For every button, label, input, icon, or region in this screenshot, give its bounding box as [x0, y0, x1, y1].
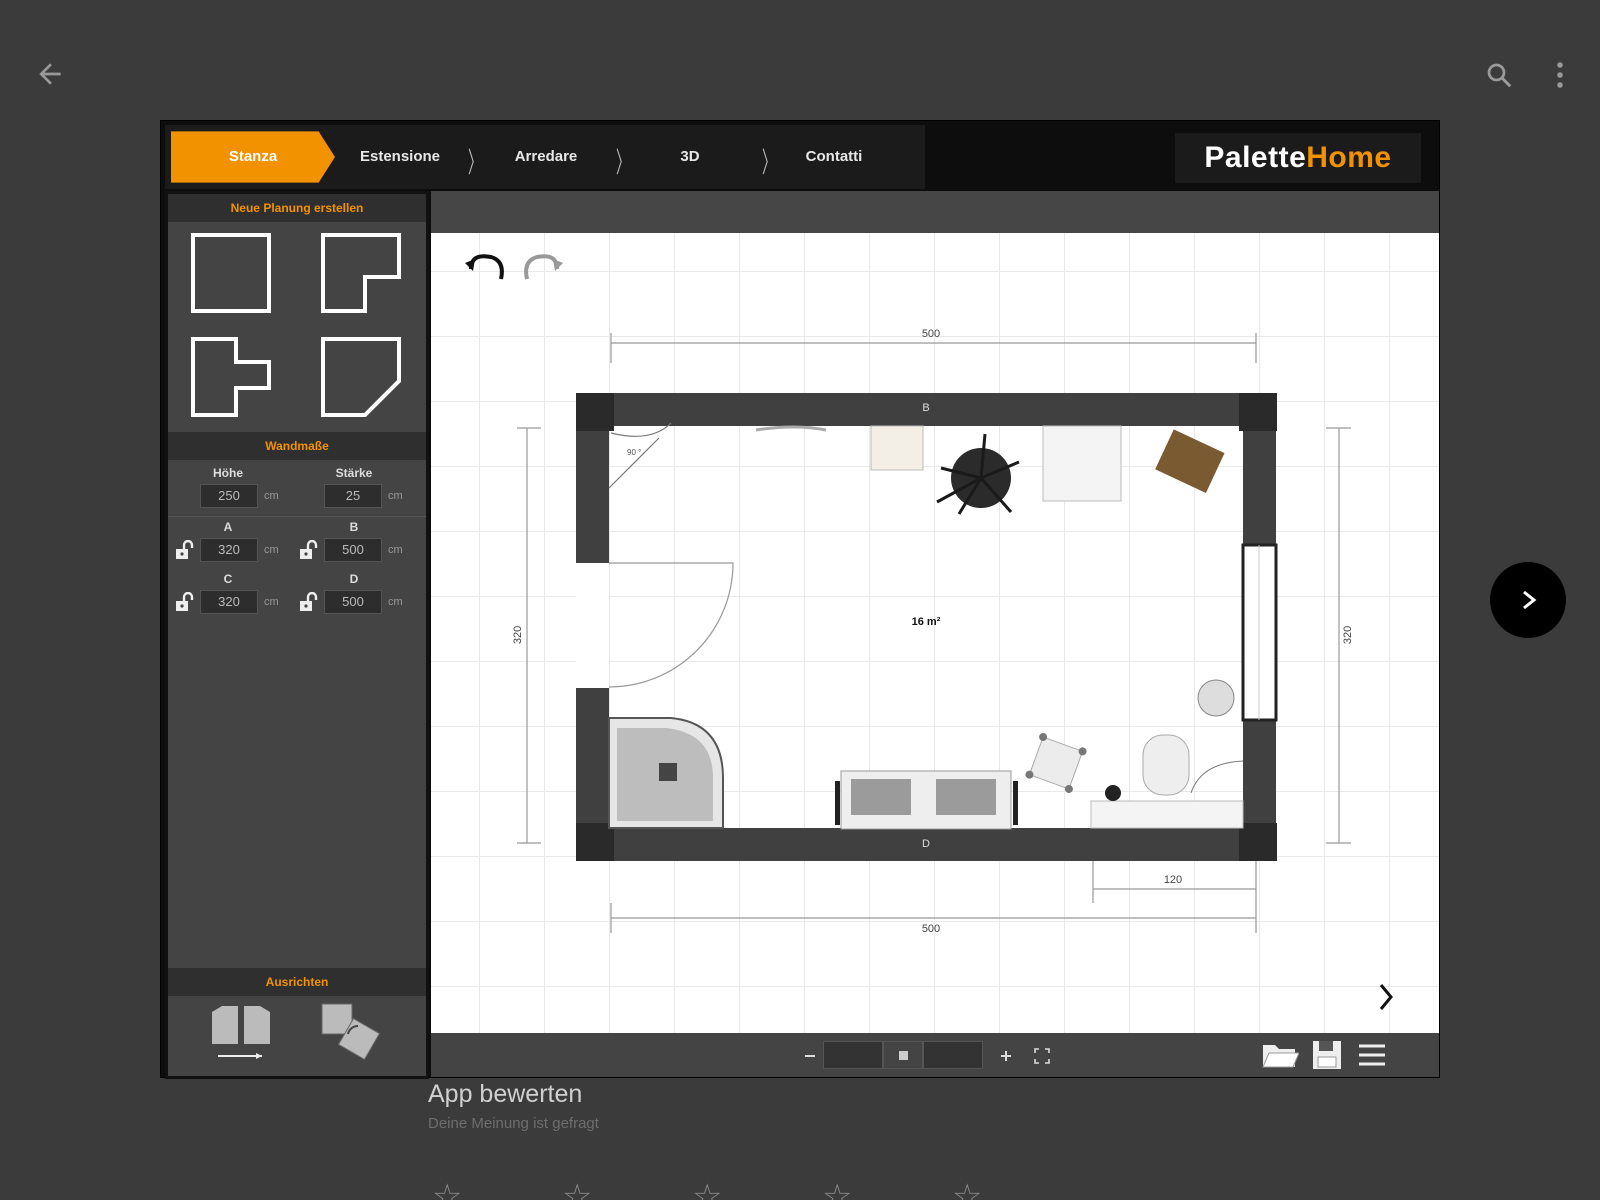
step-3d[interactable]: 3D [635, 125, 745, 189]
zoom-slider-handle[interactable] [883, 1041, 923, 1069]
room-shape-square-icon[interactable] [190, 232, 272, 314]
canvas-toolbar-top [431, 191, 1439, 233]
unlock-icon[interactable] [174, 592, 194, 612]
sidebar: Neue Planung erstellen Wandmaße Höhe Stä… [165, 191, 429, 1079]
next-screenshot-button[interactable] [1490, 562, 1566, 638]
room-shape-t-icon[interactable] [190, 336, 272, 418]
unit-label: cm [264, 596, 279, 608]
round-mirror[interactable] [1197, 679, 1235, 717]
toilet[interactable] [1090, 734, 1244, 829]
chevron-right-icon[interactable] [1379, 984, 1393, 1010]
unlock-icon[interactable] [174, 540, 194, 560]
chevron-right-icon: 〉 [468, 147, 483, 178]
cabinet[interactable] [870, 425, 924, 471]
wall-b-label: B [349, 520, 359, 534]
door-swing[interactable] [608, 562, 734, 688]
fit-screen-icon[interactable] [1033, 1047, 1051, 1065]
dim-small-label: 120 [1164, 874, 1182, 886]
wall-d-label: D [349, 572, 359, 586]
zoom-track-left[interactable] [823, 1041, 883, 1069]
wall-shelf[interactable] [1155, 429, 1225, 493]
canvas-toolbar-bottom [431, 1033, 1439, 1077]
rate-app-subtitle: Deine Meinung ist gefragt [428, 1115, 599, 1132]
unlock-icon[interactable] [298, 592, 318, 612]
unit-label: cm [388, 596, 403, 608]
door-angle-label: 90 ° [627, 448, 641, 457]
floor-plan-canvas[interactable]: 500 500 320 320 120 B D 90 ° 16 m² [431, 233, 1439, 1033]
stool[interactable] [1024, 732, 1087, 794]
star-icon[interactable]: ☆ [432, 1180, 462, 1200]
plant[interactable] [936, 433, 1020, 515]
chevron-right-icon [1523, 590, 1537, 610]
app-screenshot: Stanza Estensione 〉 Arredare 〉 3D 〉 Cont… [160, 120, 1440, 1079]
height-field[interactable]: 250 [200, 484, 258, 508]
dim-right-label: 320 [1342, 626, 1354, 644]
zoom-in-icon[interactable] [997, 1047, 1015, 1065]
redo-icon[interactable] [524, 254, 563, 280]
wall-c-label: C [223, 572, 233, 586]
dim-bottom-label: 500 [922, 923, 940, 935]
unit-label: cm [388, 490, 403, 502]
height-label: Höhe [213, 466, 243, 480]
unit-label: cm [388, 544, 403, 556]
step-stanza[interactable]: Stanza [171, 131, 335, 183]
star-icon[interactable]: ☆ [562, 1180, 592, 1200]
wall-bottom-label: D [922, 838, 930, 850]
align-walls-icon[interactable] [208, 1002, 274, 1062]
save-icon[interactable] [1311, 1039, 1343, 1071]
logo: PaletteHome Pro [1175, 133, 1421, 224]
divider [168, 516, 426, 517]
star-icon[interactable]: ☆ [692, 1180, 722, 1200]
step-bar: Stanza Estensione 〉 Arredare 〉 3D 〉 Cont… [165, 125, 925, 189]
step-estensione[interactable]: Estensione [345, 125, 455, 189]
back-arrow-icon[interactable] [34, 58, 66, 90]
double-sink[interactable] [835, 770, 1018, 830]
unit-label: cm [264, 544, 279, 556]
open-folder-icon[interactable] [1261, 1039, 1299, 1071]
wall-b-field[interactable]: 500 [324, 538, 382, 562]
chevron-right-icon: 〉 [616, 147, 631, 178]
wall-dimensions-title: Wandmaße [168, 432, 426, 460]
thickness-field[interactable]: 25 [324, 484, 382, 508]
floor-plan-drawing: 500 500 320 320 120 B D 90 ° 16 m² [465, 254, 1393, 1010]
rotate-room-icon[interactable] [318, 1000, 384, 1062]
rate-app-title: App bewerten [428, 1080, 583, 1108]
wall-d-field[interactable]: 500 [324, 590, 382, 614]
dim-top-label: 500 [922, 328, 940, 340]
search-icon[interactable] [1484, 60, 1514, 90]
washing-machine[interactable] [1042, 425, 1122, 502]
new-plan-title: Neue Planung erstellen [168, 194, 426, 222]
chevron-right-icon: 〉 [762, 147, 777, 178]
zoom-track-right[interactable] [923, 1041, 983, 1069]
wall-a-field[interactable]: 320 [200, 538, 258, 562]
wall-a-label: A [223, 520, 233, 534]
zoom-out-icon[interactable] [801, 1047, 819, 1065]
align-title: Ausrichten [168, 968, 426, 996]
star-icon[interactable]: ☆ [822, 1180, 852, 1200]
thickness-label: Stärke [335, 466, 373, 480]
dim-left-label: 320 [512, 626, 524, 644]
wall-top-label: B [922, 402, 929, 414]
more-vert-icon[interactable] [1550, 60, 1570, 90]
shower[interactable] [608, 717, 724, 829]
room-shape-l-icon[interactable] [320, 232, 402, 314]
room-shape-corner-cut-icon[interactable] [320, 336, 402, 418]
room-area-label: 16 m² [912, 616, 941, 628]
undo-icon[interactable] [465, 254, 504, 280]
step-arredare[interactable]: Arredare [491, 125, 601, 189]
wall-c-field[interactable]: 320 [200, 590, 258, 614]
unit-label: cm [264, 490, 279, 502]
step-contatti[interactable]: Contatti [779, 125, 889, 189]
menu-icon[interactable] [1357, 1041, 1387, 1069]
unlock-icon[interactable] [298, 540, 318, 560]
towel-rail[interactable] [755, 425, 827, 432]
star-icon[interactable]: ☆ [952, 1180, 982, 1200]
